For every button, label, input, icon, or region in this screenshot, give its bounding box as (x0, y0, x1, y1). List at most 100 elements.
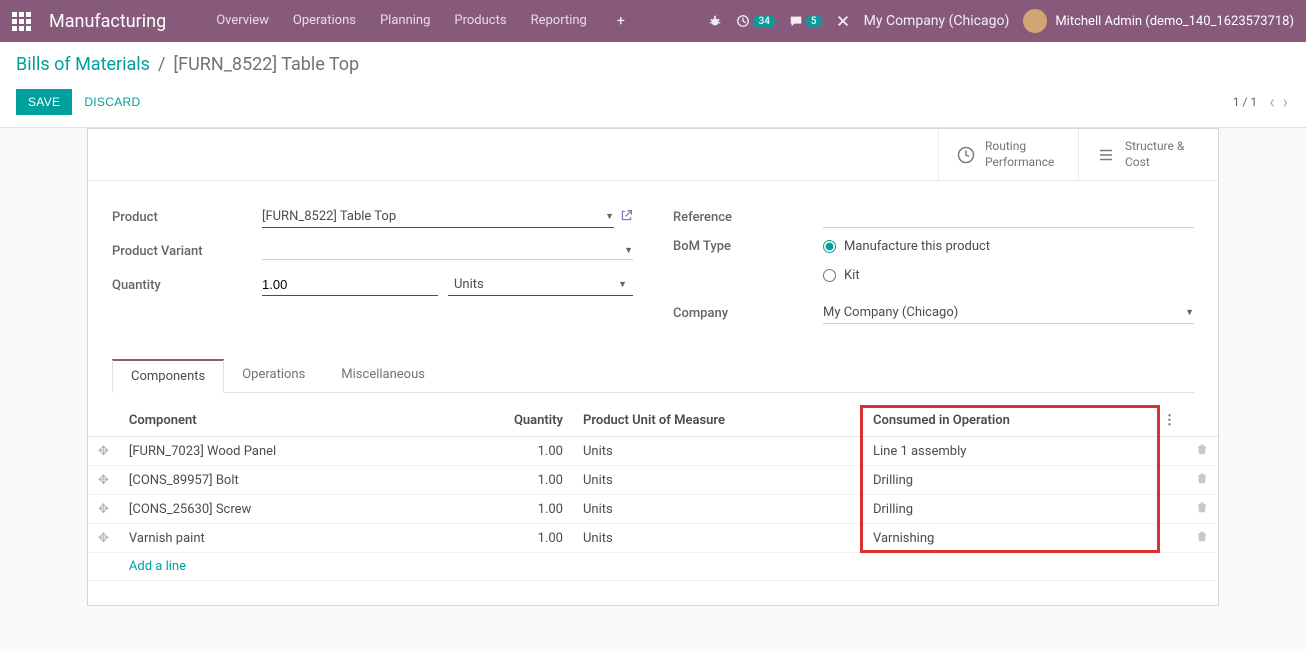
tab-operations[interactable]: Operations (224, 359, 323, 392)
reference-label: Reference (673, 210, 823, 225)
breadcrumb: Bills of Materials / [FURN_8522] Table T… (16, 54, 1290, 75)
bom-type-kit-radio[interactable] (823, 269, 836, 282)
nav-right: 34 5 My Company (Chicago) Mitchell Admin… (708, 9, 1294, 33)
delete-row-icon[interactable] (1186, 524, 1218, 553)
bom-type-label: BoM Type (673, 239, 823, 254)
bug-icon[interactable] (708, 14, 722, 28)
cell-quantity[interactable]: 1.00 (483, 495, 573, 524)
product-label: Product (112, 210, 262, 225)
pager-next-icon[interactable]: › (1281, 92, 1290, 113)
cell-uom[interactable]: Units (573, 437, 863, 466)
cell-component[interactable]: [CONS_25630] Screw (119, 495, 483, 524)
chevron-down-icon: ▼ (624, 245, 633, 256)
quantity-uom-select[interactable]: Units ▼ (448, 274, 633, 296)
th-uom: Product Unit of Measure (573, 405, 863, 437)
cell-uom[interactable]: Units (573, 524, 863, 553)
company-select[interactable]: My Company (Chicago) ▼ (823, 302, 1194, 324)
nav-operations[interactable]: Operations (283, 7, 366, 35)
th-component: Component (119, 405, 483, 437)
discuss-badge: 5 (806, 15, 822, 28)
pager-prev-icon[interactable]: ‹ (1267, 92, 1276, 113)
discard-button[interactable]: DISCARD (72, 89, 152, 115)
activity-icon[interactable]: 34 (736, 14, 774, 28)
company-label: Company (673, 306, 823, 321)
drag-handle-icon[interactable]: ✥ (88, 495, 119, 524)
tab-components[interactable]: Components (112, 359, 224, 393)
bom-type-manufacture-label: Manufacture this product (844, 239, 990, 254)
table-row[interactable]: ✥[FURN_7023] Wood Panel1.00UnitsLine 1 a… (88, 437, 1218, 466)
tools-icon[interactable] (836, 14, 850, 28)
table-row[interactable]: ✥[CONS_25630] Screw1.00UnitsDrilling (88, 495, 1218, 524)
add-line-link[interactable]: Add a line (129, 559, 186, 574)
product-input[interactable]: [FURN_8522] Table Top ▼ (262, 206, 614, 228)
cell-quantity[interactable]: 1.00 (483, 524, 573, 553)
save-button[interactable]: SAVE (16, 89, 72, 115)
tab-miscellaneous[interactable]: Miscellaneous (323, 359, 443, 392)
nav-reporting[interactable]: Reporting (521, 7, 597, 35)
cell-consumed[interactable]: Drilling (863, 495, 1153, 524)
company-switcher[interactable]: My Company (Chicago) (864, 13, 1010, 29)
breadcrumb-current: [FURN_8522] Table Top (173, 54, 359, 75)
th-options-icon[interactable]: ⋮ (1153, 405, 1186, 437)
discuss-icon[interactable]: 5 (789, 14, 822, 28)
cell-consumed[interactable]: Drilling (863, 466, 1153, 495)
list-icon (1097, 146, 1115, 164)
company-name: My Company (Chicago) (864, 13, 1010, 29)
pager: 1 / 1 ‹ › (1233, 92, 1290, 113)
form-right-col: Reference BoM Type Manufacture this prod… (673, 205, 1194, 335)
cell-component[interactable]: [CONS_89957] Bolt (119, 466, 483, 495)
nav-products[interactable]: Products (444, 7, 516, 35)
apps-icon[interactable] (12, 12, 31, 31)
form-sheet: Routing Performance Structure & Cost Pro… (87, 128, 1219, 606)
delete-row-icon[interactable] (1186, 466, 1218, 495)
table-row[interactable]: ✥[CONS_89957] Bolt1.00UnitsDrilling (88, 466, 1218, 495)
tabs: Components Operations Miscellaneous (112, 359, 1194, 393)
form-left-col: Product [FURN_8522] Table Top ▼ Product … (112, 205, 633, 335)
drag-handle-icon[interactable]: ✥ (88, 524, 119, 553)
drag-handle-icon[interactable]: ✥ (88, 466, 119, 495)
variant-label: Product Variant (112, 244, 262, 259)
cell-component[interactable]: Varnish paint (119, 524, 483, 553)
cell-uom[interactable]: Units (573, 466, 863, 495)
components-table: Component Quantity Product Unit of Measu… (88, 405, 1218, 581)
delete-row-icon[interactable] (1186, 495, 1218, 524)
table-row[interactable]: ✥Varnish paint1.00UnitsVarnishing (88, 524, 1218, 553)
structure-cost-label: Structure & Cost (1125, 139, 1184, 170)
external-link-icon[interactable] (620, 209, 633, 226)
cell-quantity[interactable]: 1.00 (483, 437, 573, 466)
nav-new-icon[interactable]: + (607, 7, 635, 35)
quantity-label: Quantity (112, 278, 262, 293)
cell-uom[interactable]: Units (573, 495, 863, 524)
nav-links: Overview Operations Planning Products Re… (206, 7, 635, 35)
avatar (1023, 9, 1047, 33)
routing-performance-label: Routing Performance (985, 139, 1054, 170)
reference-input[interactable] (823, 206, 1194, 228)
routing-performance-button[interactable]: Routing Performance (938, 129, 1078, 180)
breadcrumb-sep: / (158, 54, 165, 75)
drag-handle-icon[interactable]: ✥ (88, 437, 119, 466)
chevron-down-icon: ▼ (605, 211, 614, 222)
cell-consumed[interactable]: Varnishing (863, 524, 1153, 553)
pager-position: 1 / 1 (1233, 95, 1257, 109)
bom-type-manufacture-radio[interactable] (823, 240, 836, 253)
cell-quantity[interactable]: 1.00 (483, 466, 573, 495)
nav-planning[interactable]: Planning (370, 7, 440, 35)
bom-type-kit-label: Kit (844, 268, 860, 283)
user-menu[interactable]: Mitchell Admin (demo_140_1623573718) (1023, 9, 1294, 33)
chevron-down-icon: ▼ (618, 279, 627, 290)
delete-row-icon[interactable] (1186, 437, 1218, 466)
cell-consumed[interactable]: Line 1 assembly (863, 437, 1153, 466)
chevron-down-icon: ▼ (1185, 307, 1194, 318)
button-box: Routing Performance Structure & Cost (88, 129, 1218, 181)
control-panel: Bills of Materials / [FURN_8522] Table T… (0, 42, 1306, 128)
components-table-wrap: Component Quantity Product Unit of Measu… (88, 405, 1218, 605)
structure-cost-button[interactable]: Structure & Cost (1078, 129, 1218, 180)
th-quantity: Quantity (483, 405, 573, 437)
app-brand[interactable]: Manufacturing (49, 11, 166, 32)
variant-input[interactable]: ▼ (262, 242, 633, 260)
breadcrumb-parent[interactable]: Bills of Materials (16, 54, 150, 75)
cell-component[interactable]: [FURN_7023] Wood Panel (119, 437, 483, 466)
quantity-input[interactable] (262, 274, 438, 296)
user-name: Mitchell Admin (demo_140_1623573718) (1055, 14, 1294, 29)
nav-overview[interactable]: Overview (206, 7, 279, 35)
